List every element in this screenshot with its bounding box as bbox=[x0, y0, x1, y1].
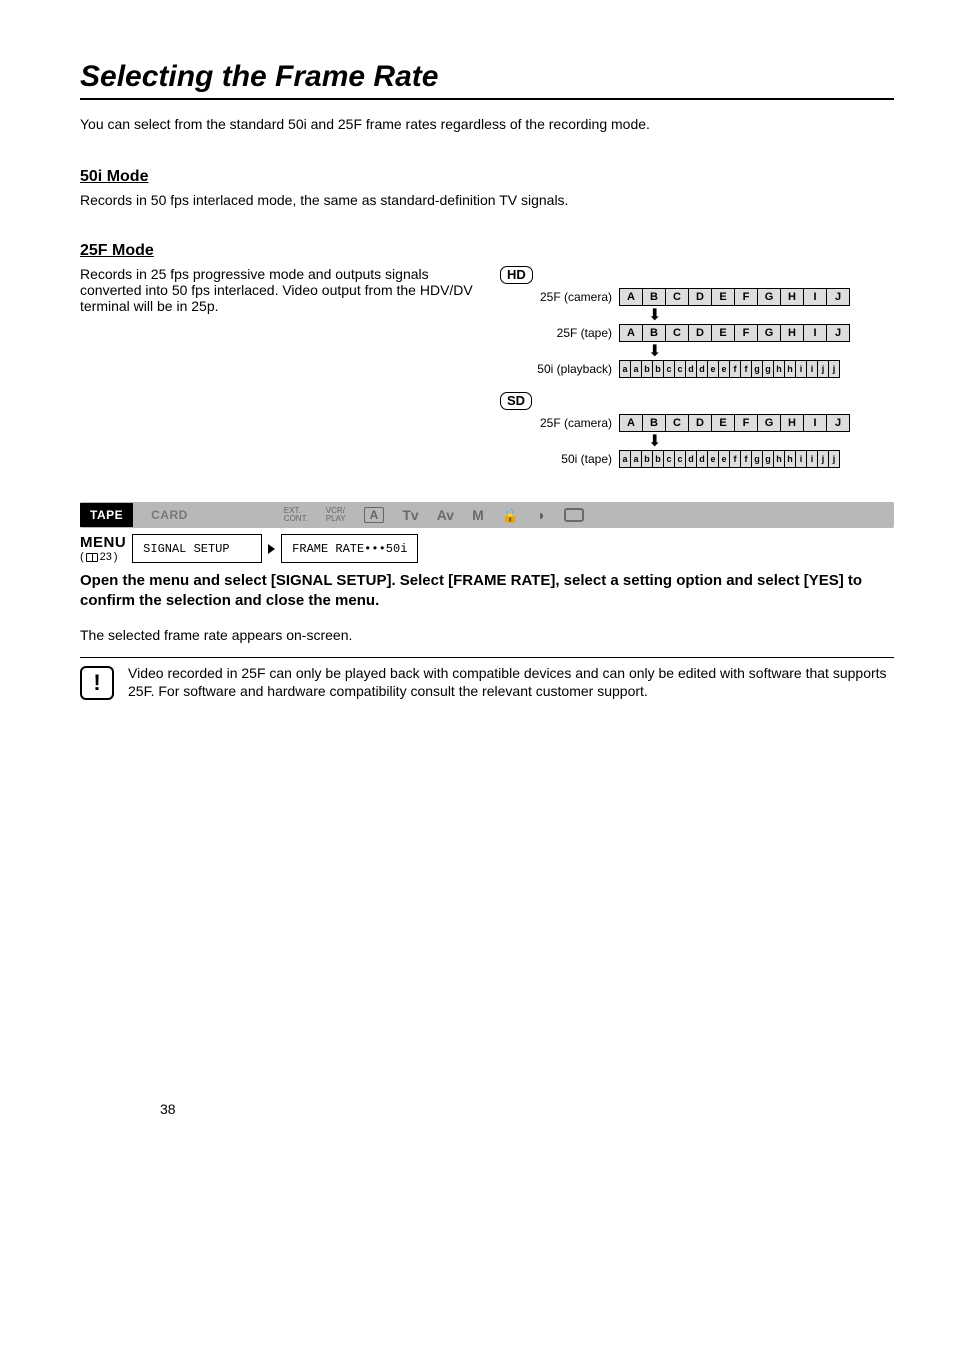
av-mode-icon: Av bbox=[437, 507, 454, 523]
note-text: The selected frame rate appears on-scree… bbox=[80, 627, 894, 643]
frame-cell: H bbox=[780, 414, 804, 432]
hd-badge: HD bbox=[500, 266, 533, 284]
frame-cell: j bbox=[828, 360, 840, 378]
frame-cell: D bbox=[688, 414, 712, 432]
instruction-text: Open the menu and select [SIGNAL SETUP].… bbox=[80, 571, 894, 612]
vcr-play-label: VCR/ PLAY bbox=[326, 507, 346, 523]
frame-cell: F bbox=[734, 414, 758, 432]
tv-mode-icon: Tv bbox=[402, 507, 418, 523]
page-number: 38 bbox=[160, 1101, 176, 1117]
frame-cell: F bbox=[734, 324, 758, 342]
hd-signal-block: HD 25F (camera) ABCDEFGHIJ ⬇ 25F (tape) … bbox=[500, 266, 894, 378]
frame-cell: D bbox=[688, 288, 712, 306]
menu-page-ref: ( 23) bbox=[80, 551, 126, 563]
arrow-down-icon: ⬇ bbox=[648, 434, 894, 450]
page-title: Selecting the Frame Rate bbox=[80, 60, 894, 94]
arrow-down-icon: ⬇ bbox=[648, 344, 894, 360]
label-25f-tape: 25F (tape) bbox=[500, 326, 620, 340]
menu-row: MENU ( 23) SIGNAL SETUP FRAME RATE•••50i bbox=[80, 534, 894, 563]
label-25f-camera: 25F (camera) bbox=[500, 290, 620, 304]
menu-ref-number: 23 bbox=[100, 551, 112, 563]
sd-row-tape: aabbccddeeffgghhiijj bbox=[620, 450, 840, 468]
frame-cell: B bbox=[642, 324, 666, 342]
night-icon: ◗ bbox=[537, 507, 545, 523]
frame-cell: C bbox=[665, 288, 689, 306]
frame-cell: C bbox=[665, 324, 689, 342]
menu-box-frame-rate: FRAME RATE•••50i bbox=[281, 534, 418, 563]
text-50i: Records in 50 fps interlaced mode, the s… bbox=[80, 192, 894, 208]
frame-cell: J bbox=[826, 414, 850, 432]
menu-box-signal-setup: SIGNAL SETUP bbox=[132, 534, 262, 563]
spotlight-icon bbox=[564, 508, 584, 522]
warning-text: Video recorded in 25F can only be played… bbox=[128, 664, 894, 702]
sd-badge: SD bbox=[500, 392, 532, 410]
heading-50i: 50i Mode bbox=[80, 168, 894, 186]
frame-cell: I bbox=[803, 324, 827, 342]
m-mode-icon: M bbox=[472, 507, 484, 523]
tape-tab: TAPE bbox=[80, 503, 133, 527]
hd-row-playback: aabbccddeeffgghhiijj bbox=[620, 360, 840, 378]
hd-row-tape: ABCDEFGHIJ bbox=[620, 324, 850, 342]
frame-cell: G bbox=[757, 324, 781, 342]
frame-cell: I bbox=[803, 414, 827, 432]
warning-icon: ! bbox=[80, 666, 114, 700]
sd-signal-block: SD 25F (camera) ABCDEFGHIJ ⬇ 50i (tape) … bbox=[500, 392, 894, 468]
intro-text: You can select from the standard 50i and… bbox=[80, 116, 894, 132]
hd-row-camera: ABCDEFGHIJ bbox=[620, 288, 850, 306]
triangle-right-icon bbox=[268, 544, 275, 554]
frame-cell: A bbox=[619, 324, 643, 342]
label-50i-playback: 50i (playback) bbox=[500, 362, 620, 376]
text-25f: Records in 25 fps progressive mode and o… bbox=[80, 266, 480, 314]
frame-cell: H bbox=[780, 288, 804, 306]
label-25f-camera-sd: 25F (camera) bbox=[500, 416, 620, 430]
frame-cell: F bbox=[734, 288, 758, 306]
card-tab: CARD bbox=[151, 508, 188, 522]
frame-cell: B bbox=[642, 414, 666, 432]
frame-cell: G bbox=[757, 288, 781, 306]
frame-cell: J bbox=[826, 324, 850, 342]
frame-cell: G bbox=[757, 414, 781, 432]
frame-cell: I bbox=[803, 288, 827, 306]
frame-cell: D bbox=[688, 324, 712, 342]
frame-cell: A bbox=[619, 288, 643, 306]
frame-cell: E bbox=[711, 288, 735, 306]
lock-icon: 🔒 bbox=[502, 507, 519, 524]
menu-label: MENU bbox=[80, 534, 126, 551]
sd-row-camera: ABCDEFGHIJ bbox=[620, 414, 850, 432]
frame-cell: C bbox=[665, 414, 689, 432]
frame-cell: J bbox=[826, 288, 850, 306]
book-icon bbox=[86, 553, 98, 562]
frame-cell: H bbox=[780, 324, 804, 342]
divider bbox=[80, 657, 894, 658]
frame-cell: j bbox=[828, 450, 840, 468]
frame-cell: B bbox=[642, 288, 666, 306]
label-50i-tape: 50i (tape) bbox=[500, 452, 620, 466]
heading-25f: 25F Mode bbox=[80, 242, 894, 260]
mode-bar: TAPE CARD EXT. CONT. VCR/ PLAY A Tv Av M… bbox=[80, 502, 894, 528]
title-divider bbox=[80, 98, 894, 100]
arrow-down-icon: ⬇ bbox=[648, 308, 894, 324]
frame-cell: E bbox=[711, 414, 735, 432]
ext-cont-label: EXT. CONT. bbox=[284, 507, 308, 523]
frame-cell: E bbox=[711, 324, 735, 342]
frame-cell: A bbox=[619, 414, 643, 432]
a-mode-icon: A bbox=[364, 507, 385, 523]
